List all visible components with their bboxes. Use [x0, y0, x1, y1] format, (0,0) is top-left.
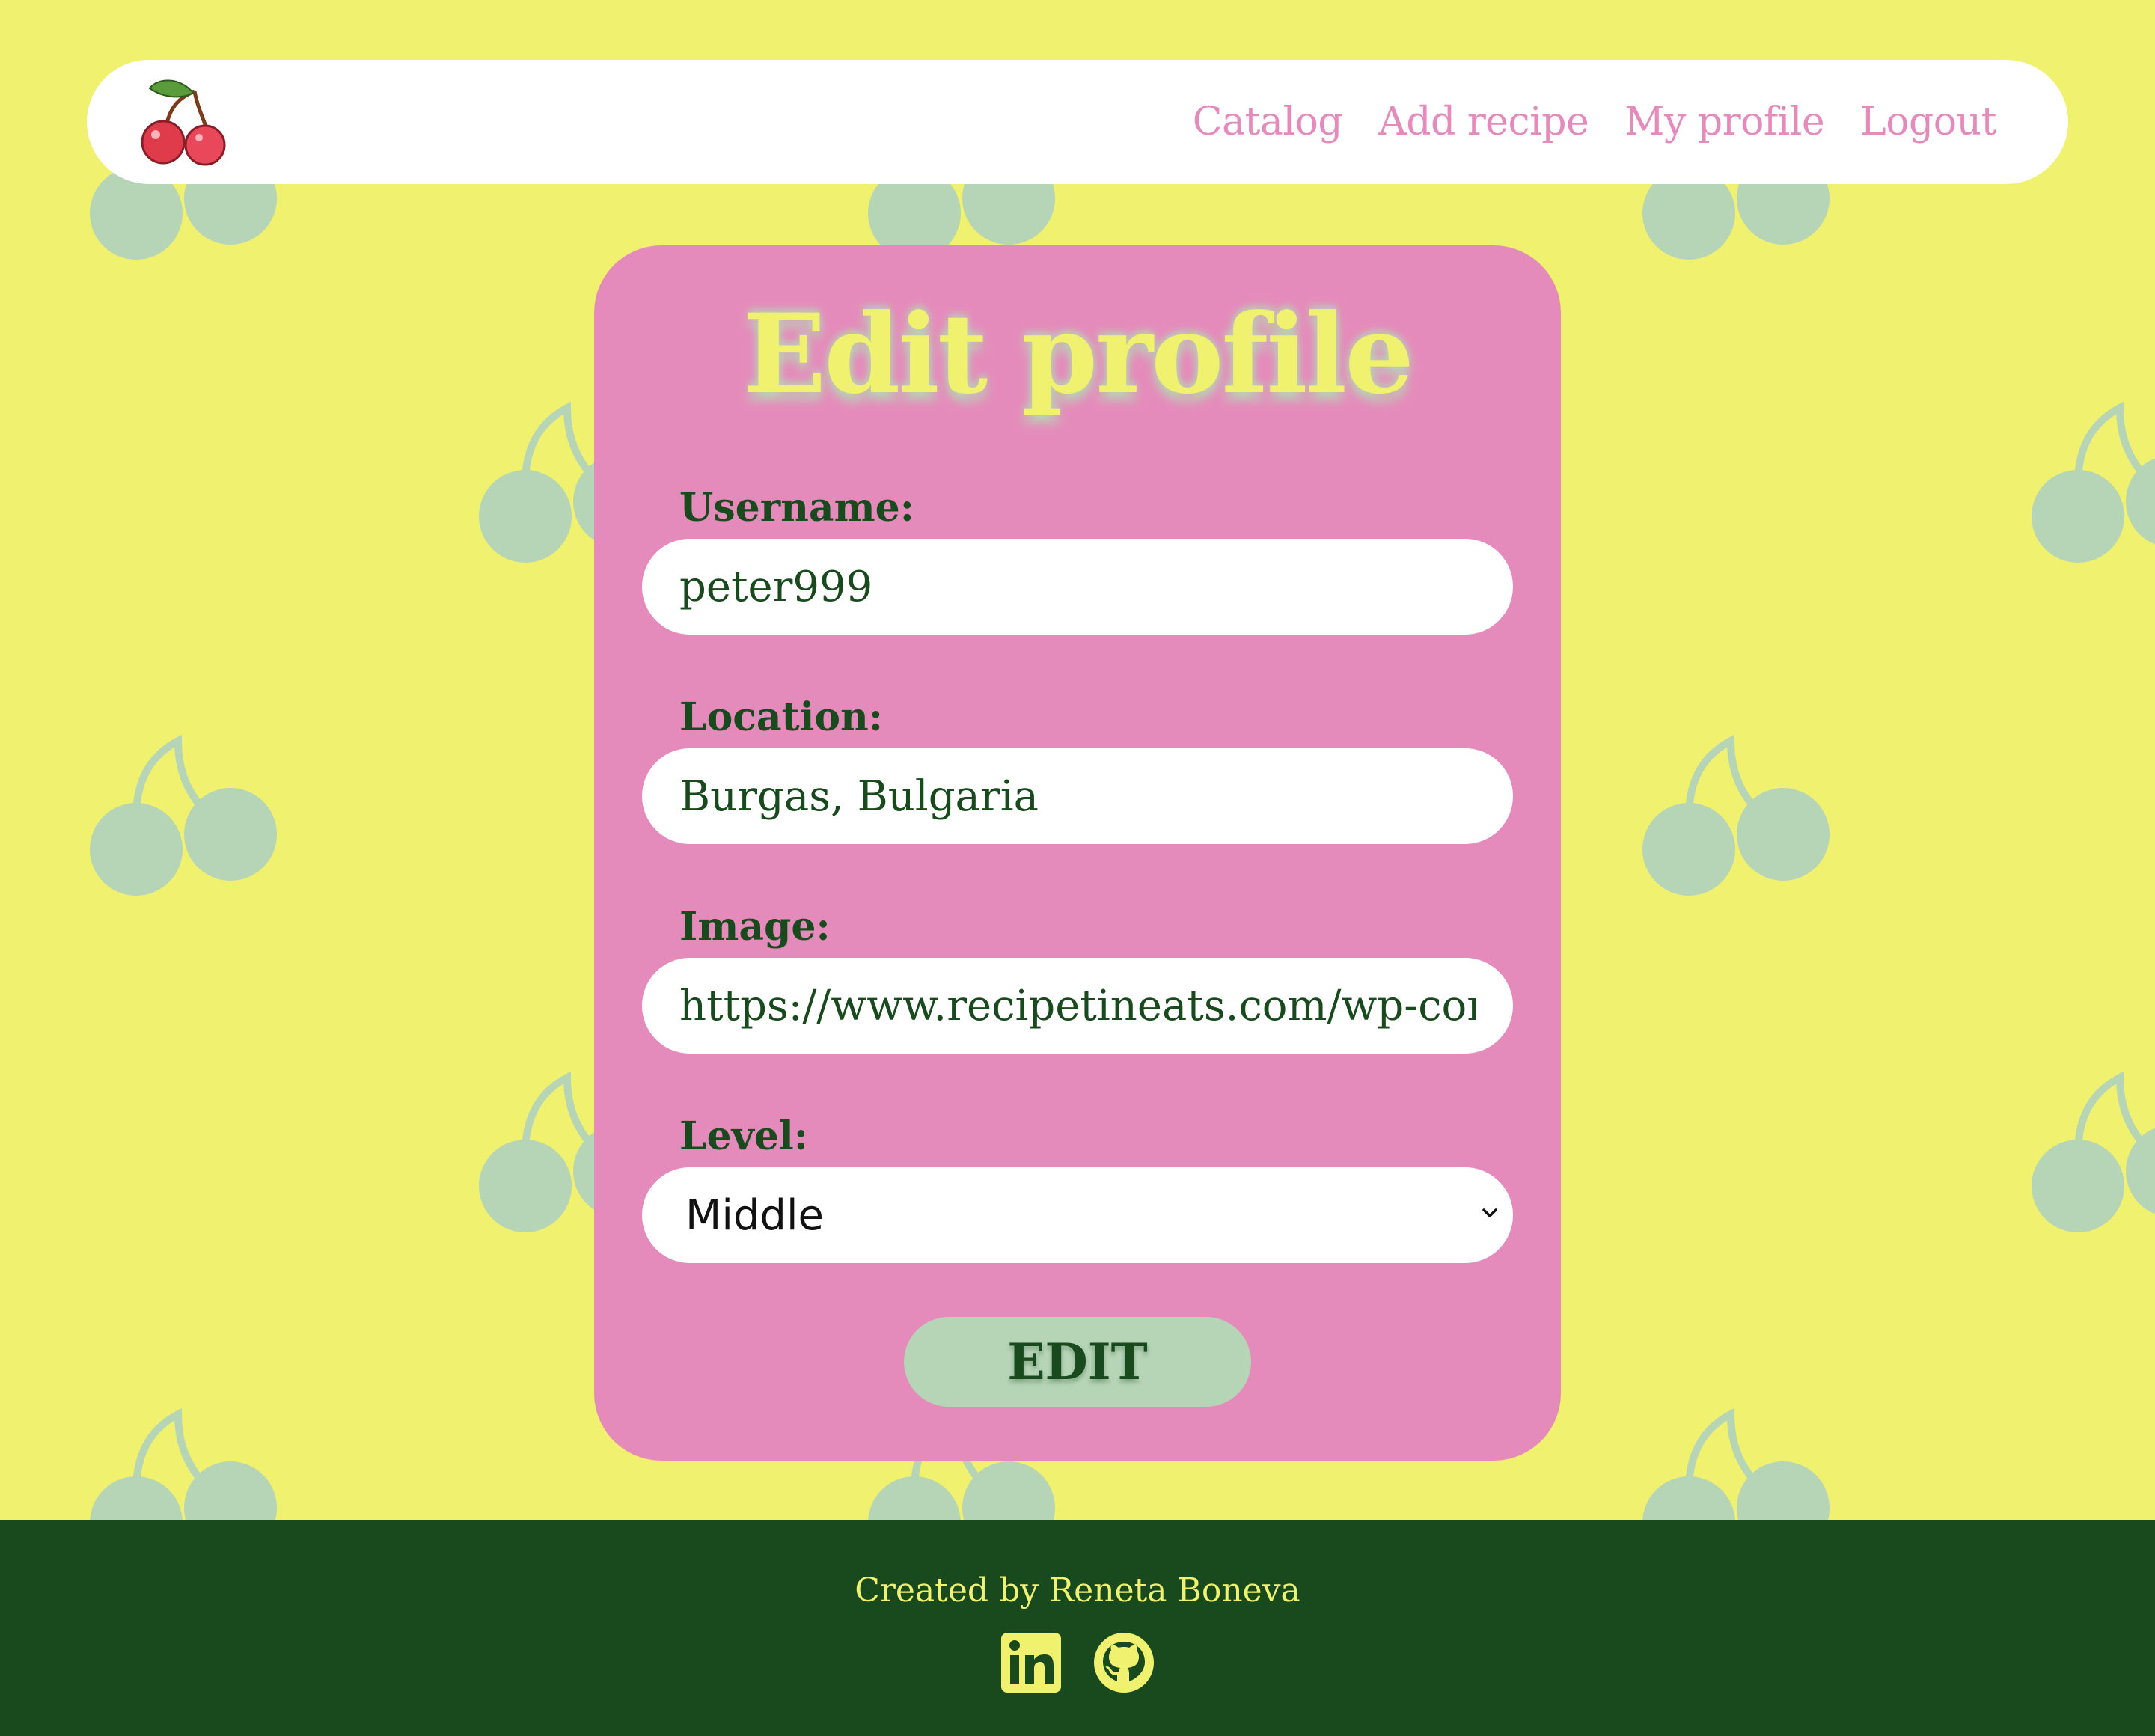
nav-my-profile-link[interactable]: My profile [1624, 100, 1824, 144]
image-label: Image: [679, 904, 831, 950]
navbar: Catalog Add recipe My profile Logout [87, 60, 2068, 184]
cherry-logo-icon[interactable] [135, 73, 232, 171]
username-label: Username: [679, 485, 914, 531]
chevron-down-icon [1482, 1208, 1497, 1217]
nav-catalog-link[interactable]: Catalog [1193, 100, 1343, 144]
footer: Created by Reneta Boneva [0, 1520, 2155, 1736]
location-value: Burgas, Bulgaria [679, 771, 1039, 821]
image-url-value: https://www.recipetineats.com/wp-conter [679, 981, 1476, 1030]
nav-add-recipe-link[interactable]: Add recipe [1378, 100, 1589, 144]
cherry-pattern-icon [90, 711, 284, 905]
username-input[interactable]: peter999 [642, 539, 1513, 635]
level-selected-value: Middle [685, 1191, 824, 1240]
image-url-input[interactable]: https://www.recipetineats.com/wp-conter [642, 958, 1513, 1054]
edit-submit-button[interactable]: EDIT [904, 1317, 1251, 1407]
edit-profile-card: Edit profile Username: peter999 Location… [594, 245, 1561, 1461]
cherry-pattern-icon [2032, 378, 2155, 572]
cherry-pattern-icon [1642, 1384, 1837, 1520]
footer-credit: Created by Reneta Boneva [855, 1571, 1300, 1610]
cherry-pattern-icon [1642, 711, 1837, 905]
nav-logout-link[interactable]: Logout [1860, 100, 1996, 144]
username-value: peter999 [679, 562, 873, 611]
location-label: Location: [679, 694, 884, 740]
github-icon[interactable] [1092, 1631, 1155, 1694]
main-nav: Catalog Add recipe My profile Logout [1193, 60, 1997, 184]
linkedin-icon[interactable] [1000, 1631, 1063, 1694]
social-links [1000, 1631, 1155, 1694]
page-title: Edit profile [742, 290, 1414, 418]
level-label: Level: [679, 1113, 808, 1159]
cherry-pattern-icon [2032, 1048, 2155, 1242]
cherry-pattern-icon [90, 1384, 284, 1520]
level-select[interactable]: Middle [642, 1167, 1513, 1263]
location-input[interactable]: Burgas, Bulgaria [642, 748, 1513, 844]
